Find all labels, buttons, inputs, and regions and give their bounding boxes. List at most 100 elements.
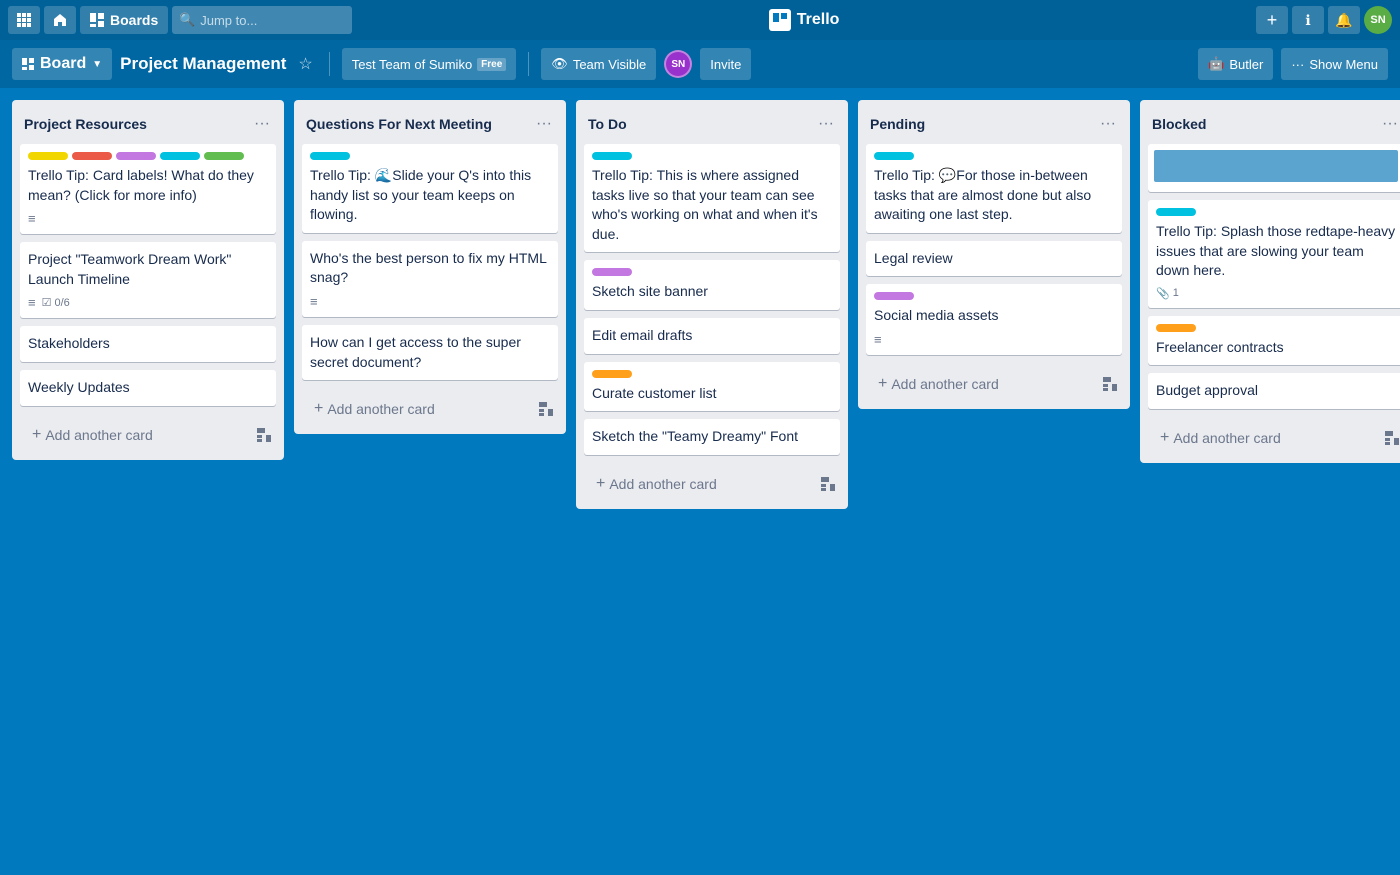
add-button[interactable]: + xyxy=(1256,6,1288,34)
info-button[interactable]: ℹ xyxy=(1292,6,1324,34)
card-card-6[interactable]: Who's the best person to fix my HTML sna… xyxy=(302,241,558,317)
card-labels-card-18 xyxy=(1156,324,1396,332)
card-card-12[interactable]: Sketch the "Teamy Dreamy" Font xyxy=(584,419,840,455)
card-labels-card-15 xyxy=(874,292,1114,300)
label-teal xyxy=(874,152,914,160)
search-input[interactable] xyxy=(172,6,352,34)
team-button[interactable]: Test Team of Sumiko Free xyxy=(342,48,517,80)
add-card-button-pending[interactable]: +Add another card xyxy=(866,367,1098,401)
label-teal xyxy=(1156,208,1196,216)
card-text-card-4: Weekly Updates xyxy=(28,378,268,398)
add-card-row-to-do: +Add another card xyxy=(576,463,848,509)
column-cards-project-resources: Trello Tip: Card labels! What do they me… xyxy=(12,144,284,414)
team-label: Test Team of Sumiko xyxy=(352,57,472,72)
card-card-15[interactable]: Social media assets ≡ xyxy=(866,284,1122,355)
template-button-pending[interactable] xyxy=(1098,372,1122,396)
add-card-row-project-resources: +Add another card xyxy=(12,414,284,460)
member-avatar[interactable]: SN xyxy=(664,50,692,78)
show-menu-button[interactable]: ··· Show Menu xyxy=(1281,48,1388,80)
card-card-9[interactable]: Sketch site banner xyxy=(584,260,840,310)
top-nav: Boards 🔍 Trello + ℹ 🔔 SN xyxy=(0,0,1400,40)
card-card-8[interactable]: Trello Tip: This is where assigned tasks… xyxy=(584,144,840,252)
board-menu-button[interactable]: Board ▼ xyxy=(12,48,112,80)
label-green xyxy=(204,152,244,160)
board-right-actions: 🤖 Butler ··· Show Menu xyxy=(1198,48,1388,80)
card-labels-card-9 xyxy=(592,268,832,276)
column-to-do: To Do···Trello Tip: This is where assign… xyxy=(576,100,848,509)
card-card-14[interactable]: Legal review xyxy=(866,241,1122,277)
visibility-icon: 👁 xyxy=(551,56,568,72)
card-card-18[interactable]: Freelancer contracts xyxy=(1148,316,1400,366)
notifications-button[interactable]: 🔔 xyxy=(1328,6,1360,34)
boards-button[interactable]: Boards xyxy=(80,6,168,34)
card-card-5[interactable]: Trello Tip: 🌊Slide your Q's into this ha… xyxy=(302,144,558,233)
free-badge: Free xyxy=(477,58,506,71)
column-menu-button-blocked[interactable]: ··· xyxy=(1376,110,1400,138)
home-icon-button[interactable] xyxy=(44,6,76,34)
card-text-card-5: Trello Tip: 🌊Slide your Q's into this ha… xyxy=(310,166,550,225)
label-teal xyxy=(160,152,200,160)
board-canvas: Project Resources···Trello Tip: Card lab… xyxy=(0,88,1400,875)
column-menu-button-project-resources[interactable]: ··· xyxy=(248,110,276,138)
card-text-card-19: Budget approval xyxy=(1156,381,1396,401)
card-text-card-13: Trello Tip: 💬For those in-between tasks … xyxy=(874,166,1114,225)
column-cards-blocked: Trello Tip: Splash those redtape-heavy i… xyxy=(1140,144,1400,417)
column-cards-to-do: Trello Tip: This is where assigned tasks… xyxy=(576,144,848,463)
label-yellow xyxy=(28,152,68,160)
card-card-19[interactable]: Budget approval xyxy=(1148,373,1400,409)
card-text-card-11: Curate customer list xyxy=(592,384,832,404)
add-card-button-to-do[interactable]: +Add another card xyxy=(584,467,816,501)
add-card-button-blocked[interactable]: +Add another card xyxy=(1148,421,1380,455)
butler-button[interactable]: 🤖 Butler xyxy=(1198,48,1273,80)
card-card-16[interactable] xyxy=(1148,144,1400,192)
card-text-card-8: Trello Tip: This is where assigned tasks… xyxy=(592,166,832,244)
card-card-1[interactable]: Trello Tip: Card labels! What do they me… xyxy=(20,144,276,234)
invite-label: Invite xyxy=(710,57,741,72)
card-text-card-15: Social media assets xyxy=(874,306,1114,326)
grid-icon-button[interactable] xyxy=(8,6,40,34)
visibility-button[interactable]: 👁 Team Visible xyxy=(541,48,656,80)
column-title-pending: Pending xyxy=(870,116,1094,132)
template-button-blocked[interactable] xyxy=(1380,426,1400,450)
board-divider-2 xyxy=(528,52,529,76)
card-card-13[interactable]: Trello Tip: 💬For those in-between tasks … xyxy=(866,144,1122,233)
card-card-10[interactable]: Edit email drafts xyxy=(584,318,840,354)
card-footer-card-2: ≡☑0/6 xyxy=(28,295,268,310)
board-dropdown-icon: ▼ xyxy=(92,59,102,70)
card-text-card-6: Who's the best person to fix my HTML sna… xyxy=(310,249,550,288)
user-avatar[interactable]: SN xyxy=(1364,6,1392,34)
card-card-4[interactable]: Weekly Updates xyxy=(20,370,276,406)
card-labels-card-8 xyxy=(592,152,832,160)
add-card-button-project-resources[interactable]: +Add another card xyxy=(20,418,252,452)
template-button-to-do[interactable] xyxy=(816,472,840,496)
star-button[interactable]: ☆ xyxy=(294,50,316,78)
label-red xyxy=(72,152,112,160)
invite-button[interactable]: Invite xyxy=(700,48,751,80)
column-header-pending: Pending··· xyxy=(858,100,1130,144)
card-card-7[interactable]: How can I get access to the super secret… xyxy=(302,325,558,380)
trello-logo-icon xyxy=(769,9,791,31)
desc-badge: ≡ xyxy=(28,295,36,310)
card-text-card-18: Freelancer contracts xyxy=(1156,338,1396,358)
column-menu-button-to-do[interactable]: ··· xyxy=(812,110,840,138)
board-header: Board ▼ Project Management ☆ Test Team o… xyxy=(0,40,1400,88)
column-cards-pending: Trello Tip: 💬For those in-between tasks … xyxy=(858,144,1130,363)
add-card-row-questions-for-next-meeting: +Add another card xyxy=(294,388,566,434)
card-card-2[interactable]: Project "Teamwork Dream Work" Launch Tim… xyxy=(20,242,276,318)
desc-badge: ≡ xyxy=(874,332,882,347)
card-card-11[interactable]: Curate customer list xyxy=(584,362,840,412)
card-card-3[interactable]: Stakeholders xyxy=(20,326,276,362)
add-card-row-pending: +Add another card xyxy=(858,363,1130,409)
add-card-button-questions-for-next-meeting[interactable]: +Add another card xyxy=(302,392,534,426)
column-menu-button-pending[interactable]: ··· xyxy=(1094,110,1122,138)
card-footer-card-15: ≡ xyxy=(874,332,1114,347)
card-footer-card-1: ≡ xyxy=(28,211,268,226)
template-button-project-resources[interactable] xyxy=(252,423,276,447)
card-card-17[interactable]: Trello Tip: Splash those redtape-heavy i… xyxy=(1148,200,1400,308)
template-button-questions-for-next-meeting[interactable] xyxy=(534,397,558,421)
show-menu-dots: ··· xyxy=(1291,57,1304,72)
visibility-label: Team Visible xyxy=(573,57,646,72)
label-teal xyxy=(310,152,350,160)
column-menu-button-questions-for-next-meeting[interactable]: ··· xyxy=(530,110,558,138)
column-questions-for-next-meeting: Questions For Next Meeting···Trello Tip:… xyxy=(294,100,566,434)
